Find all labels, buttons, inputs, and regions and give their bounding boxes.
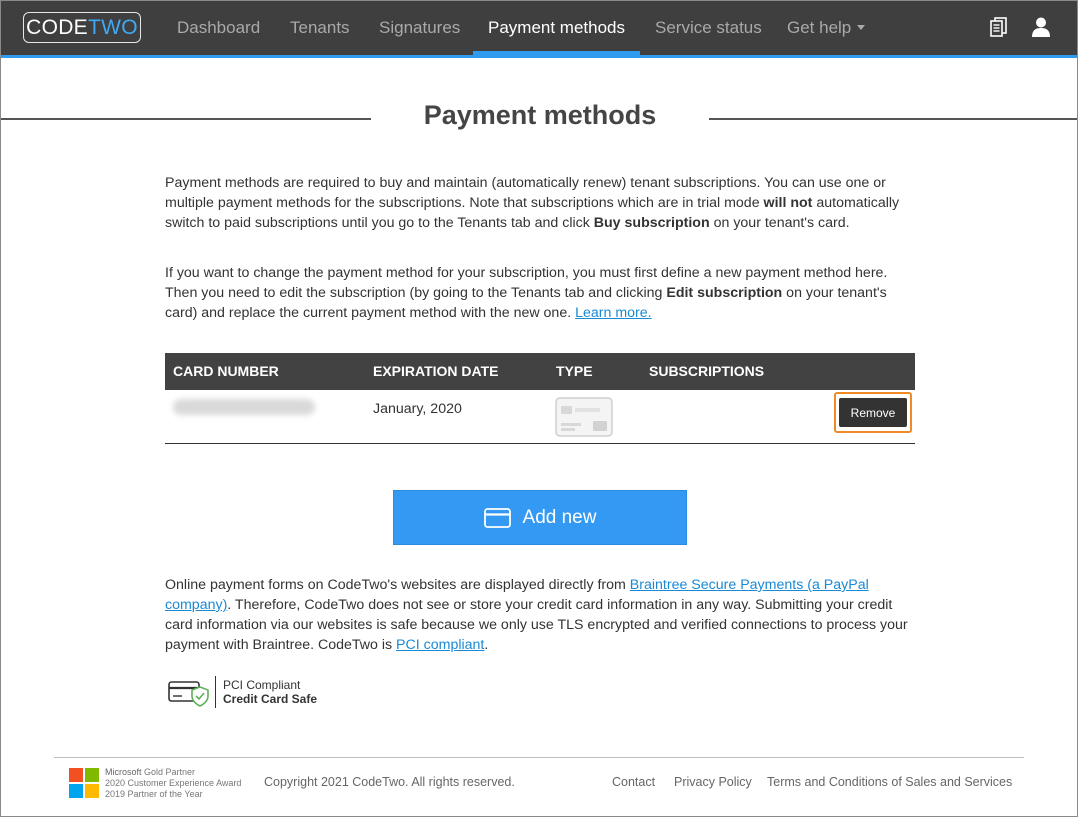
col-type: TYPE [556,363,593,379]
learn-more-link[interactable]: Learn more. [575,305,652,321]
change-method-paragraph: If you want to change the payment method… [165,265,888,321]
remove-button[interactable]: Remove [839,398,907,427]
user-icon[interactable] [1029,15,1053,39]
codetwo-logo[interactable]: CODE TWO [23,12,141,43]
title-rule-left [0,118,371,120]
shield-card-icon [168,681,209,707]
nav-get-help[interactable]: Get help [787,0,866,55]
nav-dashboard[interactable]: Dashboard [177,0,260,55]
microsoft-partner-text: Microsoft Gold Partner 2020 Customer Exp… [105,767,242,799]
payment-table-header: CARD NUMBER EXPIRATION DATE TYPE SUBSCRI… [165,353,915,390]
microsoft-logo-icon [69,768,99,798]
add-new-label: Add new [522,506,597,528]
col-expiration-date: EXPIRATION DATE [373,363,499,379]
pci-compliant-link[interactable]: PCI compliant [396,637,484,653]
nav-service-status[interactable]: Service status [655,0,762,55]
nav-get-help-label: Get help [787,18,852,37]
title-rule-right [709,118,1078,120]
col-card-number: CARD NUMBER [173,363,279,379]
copyright-text: Copyright 2021 CodeTwo. All rights reser… [264,775,515,789]
footer-link-privacy[interactable]: Privacy Policy [674,775,752,789]
intro-paragraph: Payment methods are required to buy and … [165,175,900,231]
caret-down-icon [857,25,866,30]
pci-line2: Credit Card Safe [223,692,318,706]
table-row: January, 2020 Remove [165,390,915,444]
remove-button-highlight: Remove [834,392,912,433]
document-icon[interactable] [987,15,1011,39]
expiration-date-cell: January, 2020 [373,401,462,417]
card-number-blurred [173,399,315,415]
nav-signatures[interactable]: Signatures [379,0,460,55]
nav-active-indicator [473,51,640,55]
nav-payment-methods[interactable]: Payment methods [488,0,625,55]
page-title: Payment methods [423,100,657,130]
credit-card-icon [555,397,613,437]
footer-link-terms[interactable]: Terms and Conditions of Sales and Servic… [767,775,1012,789]
top-navbar: CODE TWO Dashboard Tenants Signatures Pay… [0,0,1078,58]
credit-card-icon [483,507,511,528]
security-paragraph: Online payment forms on CodeTwo's websit… [165,577,908,653]
footer-divider [54,757,1024,758]
pci-badge: PCI Compliant Credit Card Safe [168,676,328,708]
nav-tenants[interactable]: Tenants [290,0,350,55]
pci-line1: PCI Compliant [223,678,301,692]
col-subscriptions: SUBSCRIPTIONS [649,363,765,379]
footer-link-contact[interactable]: Contact [612,775,655,789]
pci-divider [215,676,216,708]
add-new-button[interactable]: Add new [393,490,687,545]
